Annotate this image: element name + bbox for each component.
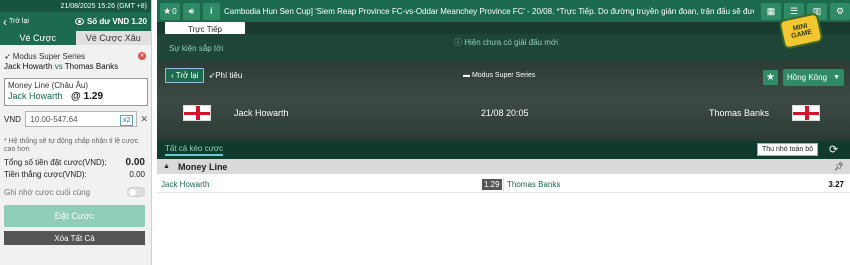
list-icon: ☰	[789, 5, 799, 16]
tab-single-bet[interactable]: Vé Cược	[0, 31, 76, 45]
column-divider	[503, 177, 504, 193]
total-stake-value: 0.00	[125, 157, 145, 168]
multiplier-button[interactable]: x2	[120, 115, 134, 126]
balance-text: Số dư VND 1.20	[86, 17, 147, 26]
region-value: Hồng Kông	[787, 73, 828, 82]
remember-row: Ghi nhớ cược cuối cùng	[4, 187, 145, 197]
auto-accept-note: * Hệ thống sẽ tự động chấp nhận tỉ lệ cư…	[4, 138, 139, 153]
remember-toggle[interactable]	[127, 187, 145, 197]
stake-currency: VND	[4, 114, 21, 124]
odds-home-button[interactable]: 1.29	[482, 179, 502, 190]
win-value: 0.00	[129, 170, 145, 179]
star-icon: ★	[163, 5, 172, 16]
remember-label: Ghi nhớ cược cuối cùng	[4, 187, 91, 197]
collapse-all-button[interactable]: Thu nhỏ toàn bộ	[757, 143, 818, 156]
upcoming-events-label[interactable]: Sự kiện sắp tới	[169, 44, 223, 53]
bet-slip-tabs: Vé Cược Vé Cược Xâu	[0, 31, 151, 45]
speaker-icon: 🔊︎	[188, 5, 195, 16]
hero-stats-link[interactable]: ➶Phí tiêu	[208, 71, 242, 80]
hero-back-button[interactable]: ‹ Trở lại	[165, 68, 205, 83]
refresh-icon[interactable]: ⟳	[829, 143, 838, 156]
info-circle-icon: ⓘ	[454, 38, 465, 47]
caret-up-icon: ▲	[163, 163, 170, 170]
info-icon: i	[210, 6, 213, 16]
bet-selection: Money Line (Châu Âu) Jack Howarth @ 1.29	[4, 78, 148, 106]
bet-away: Thomas Banks	[64, 62, 119, 71]
tab-row: Trực Tiếp	[157, 22, 850, 36]
bet-pick: Jack Howarth @ 1.29	[8, 91, 144, 102]
hero-league-name: Modus Super Series	[471, 72, 536, 79]
favorites-count: 0	[172, 6, 177, 16]
odds-away-button[interactable]: 3.27	[828, 180, 844, 189]
back-button[interactable]: ‹ Trở lại	[0, 12, 40, 31]
bet-vs: vs	[54, 62, 63, 71]
favorite-star-button[interactable]: ★	[763, 70, 778, 85]
back-label: Trở lại	[9, 18, 29, 25]
stake-input[interactable]: 10.00-547.64 x2	[25, 111, 138, 127]
bet-slip-header: ‹ Trở lại Số dư VND 1.20	[0, 12, 151, 31]
win-row: Tiền thắng cược(VND): 0.00	[4, 170, 145, 179]
pin-icon[interactable]: 📌︎	[834, 162, 844, 171]
bet-match: Jack Howarth vs Thomas Banks	[4, 62, 148, 73]
dart-icon: ➶	[4, 51, 11, 61]
stake-row: VND 10.00-547.64 x2 ✕	[4, 110, 148, 128]
gear-icon: ⚙	[835, 5, 845, 16]
bet-slip-panel: 21/08/2025 15:26 (GMT +8) ‹ Trở lại Số d…	[0, 0, 152, 265]
odds-home-name: Jack Howarth	[161, 180, 210, 189]
match-datetime: 21/08 20:05	[481, 108, 529, 118]
hero-controls: ‹ Trở lại ➶Phí tiêu	[165, 68, 242, 83]
market-section-name: Money Line	[177, 161, 228, 172]
place-bet-button[interactable]: Đặt Cược	[4, 205, 145, 227]
home-team: Jack Howarth	[234, 108, 289, 118]
remove-bet-icon[interactable]: ✕	[138, 52, 146, 60]
top-bar: ★ 0 🔊︎ i Cambodia Hun Sen Cup] 'Siem Reap…	[157, 0, 850, 22]
bet-pick-name: Jack Howarth	[8, 91, 63, 101]
bet-market: Money Line (Châu Âu)	[8, 81, 89, 90]
total-stake-row: Tổng số tiền đặt cược(VND): 0.00	[4, 157, 145, 168]
total-stake-label: Tổng số tiền đặt cược(VND):	[4, 158, 107, 167]
info-button[interactable]: i	[202, 2, 220, 20]
no-league-notice: ⓘ Hiện chưa có giải đấu mới	[454, 37, 558, 48]
datetime-bar: 21/08/2025 15:26 (GMT +8)	[0, 0, 151, 12]
away-flag-icon	[792, 105, 820, 121]
stake-placeholder: 10.00-547.64	[30, 114, 78, 124]
tab-all-markets[interactable]: Tất cả kèo cược	[165, 144, 224, 156]
bet-odds: @ 1.29	[71, 91, 104, 102]
datetime-text: 21/08/2025 15:26 (GMT +8)	[60, 2, 147, 10]
result-button[interactable]: ▦	[760, 2, 781, 20]
settings-button[interactable]: ⚙	[829, 2, 850, 20]
hero-league: ▬ Modus Super Series	[463, 72, 535, 79]
no-league-text: Hiện chưa có giải đấu mới	[464, 38, 558, 47]
favorites-button[interactable]: ★ 0	[160, 2, 180, 20]
match-hero: ‹ Trở lại ➶Phí tiêu ▬ Modus Super Series…	[157, 61, 850, 141]
bet-item: ➶ Modus Super Series ✕ Jack Howarth vs T…	[4, 50, 148, 73]
bet-home: Jack Howarth	[4, 62, 53, 71]
away-team: Thomas Banks	[709, 108, 770, 118]
balance: Số dư VND 1.20	[74, 17, 151, 26]
bet-league: ➶ Modus Super Series	[4, 50, 148, 62]
clear-stake-icon[interactable]: ✕	[140, 114, 148, 125]
market-section-header[interactable]: ▲ Money Line 📌︎	[157, 159, 850, 174]
star-icon: ★	[766, 72, 775, 83]
upcoming-row: Sự kiện sắp tới ⓘ Hiện chưa có giải đấu …	[157, 34, 850, 61]
chevron-left-icon: ‹	[3, 14, 7, 29]
bet-league-name: Modus Super Series	[12, 51, 86, 61]
sound-button[interactable]: 🔊︎	[182, 2, 200, 20]
eye-icon[interactable]	[74, 18, 84, 25]
tab-parlay-bet[interactable]: Vé Cược Xâu	[75, 31, 151, 45]
win-label: Tiền thắng cược(VND):	[4, 170, 87, 179]
chevron-down-icon: ▼	[833, 74, 840, 81]
hero-stats-label: Phí tiêu	[215, 71, 243, 80]
league-logo-icon: ▬	[463, 72, 472, 79]
home-flag-icon	[183, 105, 211, 121]
odds-away-name: Thomas Banks	[507, 180, 561, 189]
markets-header: Tất cả kèo cược Thu nhỏ toàn bộ ⟳	[157, 141, 850, 159]
clear-all-button[interactable]: Xóa Tất Cả	[4, 231, 145, 245]
announcement-marquee: Cambodia Hun Sen Cup] 'Siem Reap Provinc…	[223, 6, 754, 16]
hero-back-label: Trở lại	[175, 71, 199, 80]
app-root: 21/08/2025 15:26 (GMT +8) ‹ Trở lại Số d…	[0, 0, 850, 265]
grid-icon: ▦	[766, 5, 776, 16]
region-select[interactable]: Hồng Kông ▼	[783, 69, 844, 86]
